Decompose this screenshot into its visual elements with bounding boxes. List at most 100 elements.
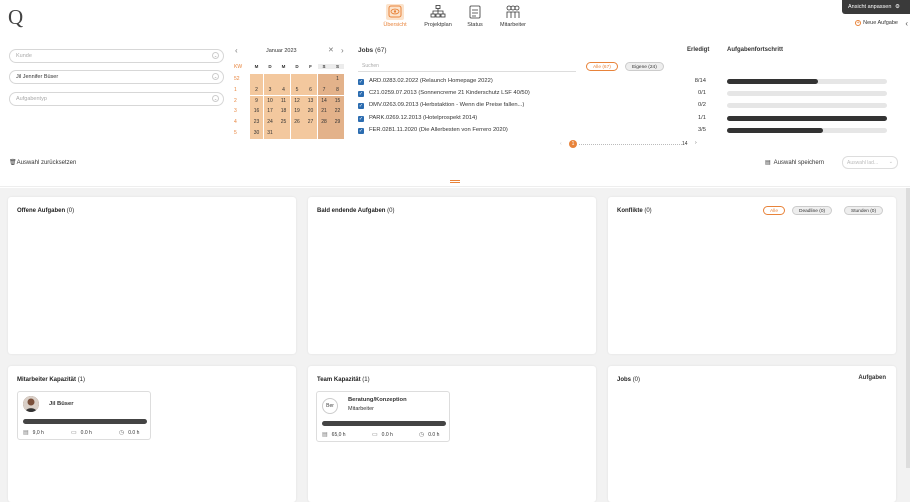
- calendar-day[interactable]: 3: [263, 84, 277, 96]
- job-row[interactable]: ✓ C21.0259.07.2013 (Sonnencreme 21 Kinder…: [358, 90, 718, 102]
- calendar-day[interactable]: [317, 74, 331, 85]
- job-row[interactable]: ✓ FER.0281.11.2020 (Die Allerbesten von F…: [358, 127, 718, 139]
- conflicts-filter-all[interactable]: Alle: [763, 206, 785, 215]
- calendar-day[interactable]: 15: [331, 95, 344, 107]
- calendar-day[interactable]: 10: [263, 95, 277, 107]
- calendar-day[interactable]: 21: [317, 106, 331, 117]
- calendar-day[interactable]: 16: [250, 106, 263, 117]
- employee-name: Jil Büser: [49, 401, 74, 407]
- calendar-day[interactable]: [290, 128, 304, 139]
- calendar-day[interactable]: 22: [331, 106, 344, 117]
- team-card[interactable]: Ber Beratung/Konzeption Mitarbeiter ▤ 65,…: [316, 391, 450, 442]
- calendar-day[interactable]: [304, 128, 317, 139]
- tab-label: Status: [467, 22, 483, 28]
- calendar-day[interactable]: 31: [263, 128, 277, 139]
- pager-prev-icon[interactable]: ‹: [560, 141, 562, 147]
- calendar-day[interactable]: 20: [304, 106, 317, 117]
- chevron-left-icon[interactable]: ‹: [905, 19, 908, 28]
- calendar-day[interactable]: 6: [304, 84, 317, 96]
- calendar-day[interactable]: [250, 74, 263, 85]
- scrollbar[interactable]: [906, 188, 910, 468]
- job-row[interactable]: ✓ PARK.0269.12.2013 (Hotelprospekt 2014) 1…: [358, 115, 718, 127]
- checkbox[interactable]: ✓: [358, 91, 364, 98]
- jobs-panel: Jobs (0) Aufgaben: [608, 366, 896, 502]
- plus-icon: +: [855, 20, 862, 26]
- progress-fill: [727, 127, 823, 133]
- load-placeholder: Auswahl lad...: [847, 160, 879, 166]
- calendar-day[interactable]: 7: [317, 84, 331, 96]
- progress-bar: [727, 91, 887, 97]
- calendar-day[interactable]: 29: [331, 117, 344, 128]
- calendar-day[interactable]: [290, 74, 304, 85]
- calendar-day[interactable]: 25: [277, 117, 290, 128]
- resize-handle[interactable]: [450, 180, 460, 183]
- calendar-prev-icon[interactable]: ‹: [235, 46, 238, 55]
- tab-projektplan[interactable]: Projektplan: [418, 4, 458, 28]
- tab-status[interactable]: Status: [455, 4, 495, 28]
- calendar-day[interactable]: [304, 74, 317, 85]
- job-row[interactable]: ✓ DMV.0263.09.2013 (Herbstaktion - Wenn d…: [358, 102, 718, 114]
- save-selection-button[interactable]: ▤ Auswahl speichern: [765, 159, 824, 166]
- conflicts-filter-hours[interactable]: Stunden (0): [844, 206, 884, 215]
- day-header: F: [309, 64, 312, 69]
- calendar-day[interactable]: 26: [290, 117, 304, 128]
- calendar-day[interactable]: 2: [250, 84, 263, 96]
- new-task-button[interactable]: + Neue Aufgabe: [855, 20, 898, 26]
- calendar-day[interactable]: 18: [277, 106, 290, 117]
- calendar-day[interactable]: 8: [331, 84, 344, 96]
- checkbox[interactable]: ✓: [358, 103, 364, 110]
- employee-card[interactable]: Jil Büser ▤ 9,0 h ▭ 0.0 h ◷ 0.0 h: [17, 391, 151, 440]
- calendar-day[interactable]: 11: [277, 95, 290, 107]
- calendar-day[interactable]: 14: [317, 95, 331, 107]
- pager-current[interactable]: 1: [569, 140, 577, 148]
- reset-selection-button[interactable]: 🗑︎Auswahl zurücksetzen: [9, 159, 76, 166]
- calendar-day[interactable]: 30: [250, 128, 263, 139]
- calendar-day[interactable]: 24: [263, 117, 277, 128]
- jobs-filter-own[interactable]: Eigene (24): [625, 62, 664, 71]
- calendar-day[interactable]: [263, 74, 277, 85]
- tab-mitarbeiter[interactable]: Mitarbeiter: [493, 4, 533, 28]
- pagination: ‹ 1 14 ›: [560, 140, 710, 150]
- calendar-day[interactable]: 13: [304, 95, 317, 107]
- person-select[interactable]: Jil Jennifer Büser ⌄: [9, 70, 224, 84]
- clock-icon: ◷: [419, 432, 425, 438]
- customize-view-button[interactable]: Ansicht anpassen ⚙: [842, 0, 910, 14]
- team-capacity-panel: Team Kapazität (1) Ber Beratung/Konzepti…: [308, 366, 596, 502]
- tab-uebersicht[interactable]: Übersicht: [375, 4, 415, 28]
- jobs-search-input[interactable]: Suchen: [358, 60, 576, 72]
- calendar-day[interactable]: 19: [290, 106, 304, 117]
- clipboard-icon: [469, 5, 481, 19]
- calendar-next-icon[interactable]: ›: [341, 46, 344, 55]
- calendar-day[interactable]: 1: [331, 74, 344, 85]
- app-logo[interactable]: Q: [8, 5, 23, 30]
- calendar-day[interactable]: 12: [290, 95, 304, 107]
- calendar-day[interactable]: [277, 128, 290, 139]
- calendar-day[interactable]: 17: [263, 106, 277, 117]
- checkbox[interactable]: ✓: [358, 115, 364, 122]
- calendar-today-icon[interactable]: ✕: [328, 46, 334, 54]
- pager-next-icon[interactable]: ›: [695, 140, 697, 146]
- kunde-select[interactable]: Kunde ⌄: [9, 49, 224, 63]
- checkbox[interactable]: ✓: [358, 79, 364, 85]
- calendar-day[interactable]: [277, 74, 290, 85]
- checkbox[interactable]: ✓: [358, 127, 364, 134]
- hierarchy-icon: [430, 5, 446, 18]
- calendar-day[interactable]: 28: [317, 117, 331, 128]
- job-row[interactable]: ✓ ARD.0283.02.2022 (Relaunch Homepage 202…: [358, 78, 718, 90]
- conflicts-filter-deadline[interactable]: Deadline (0): [792, 206, 833, 215]
- new-task-label: Neue Aufgabe: [863, 20, 898, 26]
- calendar-day[interactable]: 4: [277, 84, 290, 96]
- person-value: Jil Jennifer Büser: [16, 74, 59, 80]
- pager-last[interactable]: 14: [682, 141, 688, 147]
- clipboard-icon: ▤: [322, 432, 328, 438]
- save-label: Auswahl speichern: [773, 160, 825, 166]
- calendar-day[interactable]: 9: [250, 95, 263, 107]
- calendar-day[interactable]: 23: [250, 117, 263, 128]
- calendar-day[interactable]: [331, 128, 344, 139]
- jobs-filter-all[interactable]: Alle (67): [586, 62, 618, 71]
- calendar-day[interactable]: [317, 128, 331, 139]
- calendar-day[interactable]: 5: [290, 84, 304, 96]
- calendar-day[interactable]: 27: [304, 117, 317, 128]
- load-selection-select[interactable]: Auswahl lad... ⌄: [842, 156, 898, 169]
- aufgabentyp-select[interactable]: Aufgabentyp ⌄: [9, 92, 224, 106]
